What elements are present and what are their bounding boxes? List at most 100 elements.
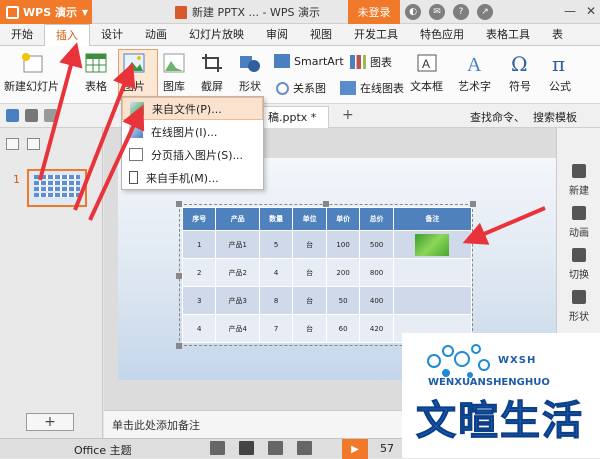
table-cell[interactable]: 4 <box>181 314 217 343</box>
mail-icon[interactable]: ✉ <box>429 4 445 20</box>
new-slide-button[interactable]: 新建幻灯片 <box>4 52 59 94</box>
menu-item-from-phone[interactable]: 来自手机(M)... <box>122 166 263 189</box>
print-icon[interactable] <box>25 109 38 122</box>
tab-view[interactable]: 视图 <box>299 24 343 46</box>
wordart-button[interactable]: A 艺术字 <box>458 52 491 94</box>
search-template-input[interactable]: 搜索模板 <box>533 109 577 125</box>
pane-transition-button[interactable]: 切换 <box>557 248 600 281</box>
menu-item-online-picture[interactable]: 在线图片(I)... <box>122 120 263 143</box>
table-cell[interactable]: 400 <box>359 286 394 315</box>
header-cell[interactable]: 产品 <box>215 207 260 231</box>
tab-design[interactable]: 设计 <box>90 24 134 46</box>
undo-icon[interactable] <box>44 109 57 122</box>
table-frame[interactable]: 序号 产品 数量 单位 单价 总价 备注 1 产品1 5 台 100 500 2… <box>176 201 476 349</box>
screenshot-button[interactable]: 截屏 <box>200 52 224 94</box>
tab-slideshow[interactable]: 幻灯片放映 <box>178 24 255 46</box>
slide-view-icon[interactable] <box>27 138 40 150</box>
table-cell[interactable]: 产品2 <box>215 258 260 287</box>
table-cell[interactable] <box>392 230 473 259</box>
slide-thumbnail[interactable] <box>27 169 87 207</box>
table-cell[interactable] <box>392 286 473 315</box>
table-cell[interactable]: 60 <box>325 314 361 343</box>
menu-item-paged-insert[interactable]: 分页插入图片(S)... <box>122 143 263 166</box>
reading-view-icon[interactable] <box>297 441 312 455</box>
tab-table-tools[interactable]: 表格工具 <box>475 24 541 46</box>
table-cell[interactable]: 台 <box>292 230 327 259</box>
table-cell[interactable]: 8 <box>258 286 294 315</box>
menu-item-label: 来自文件(P)... <box>152 102 222 116</box>
normal-view-icon[interactable] <box>239 441 254 455</box>
table-cell[interactable]: 台 <box>292 258 327 287</box>
table-cell[interactable]: 200 <box>325 258 361 287</box>
outline-view-icon[interactable] <box>6 138 19 150</box>
table-cell[interactable]: 台 <box>292 286 327 315</box>
table-cell[interactable]: 50 <box>325 286 361 315</box>
table-cell[interactable]: 产品1 <box>215 230 260 259</box>
tab-developer[interactable]: 开发工具 <box>343 24 409 46</box>
save-icon[interactable] <box>6 109 19 122</box>
close-icon[interactable]: ✕ <box>586 4 596 18</box>
table-cell[interactable]: 台 <box>292 314 327 343</box>
pane-shape-button[interactable]: 形状 <box>557 290 600 323</box>
skin-icon[interactable]: ◐ <box>405 4 421 20</box>
new-tab-button[interactable]: + <box>342 107 354 123</box>
notes-toggle-icon[interactable] <box>210 441 225 455</box>
resize-handle[interactable] <box>176 201 182 207</box>
relation-button[interactable]: 关系图 <box>276 80 326 96</box>
table-cell[interactable]: 产品4 <box>215 314 260 343</box>
header-cell[interactable]: 总价 <box>359 207 394 231</box>
table-cell[interactable]: 3 <box>181 286 217 315</box>
header-cell[interactable]: 单价 <box>325 207 361 231</box>
tab-insert[interactable]: 插入 <box>44 24 90 47</box>
login-button[interactable]: 未登录 <box>348 0 400 24</box>
table-cell[interactable]: 500 <box>359 230 394 259</box>
table-cell[interactable]: 420 <box>359 314 394 343</box>
shape-button[interactable]: 形状 <box>238 52 262 94</box>
tab-home[interactable]: 开始 <box>0 24 44 46</box>
table-cell[interactable]: 4 <box>258 258 294 287</box>
header-cell[interactable]: 备注 <box>392 207 473 231</box>
help-icon[interactable]: ? <box>453 4 469 20</box>
inserted-picture[interactable] <box>415 233 450 256</box>
textbox-button[interactable]: A 文本框 <box>410 52 443 94</box>
picture-button[interactable]: 图片 <box>122 52 146 94</box>
search-command-input[interactable]: 查找命令、 <box>470 109 525 125</box>
tab-animation[interactable]: 动画 <box>134 24 178 46</box>
table-cell[interactable]: 2 <box>181 258 217 287</box>
resize-handle[interactable] <box>470 201 476 207</box>
table-cell[interactable]: 100 <box>325 230 361 259</box>
formula-button[interactable]: π 公式 <box>548 52 572 94</box>
resize-handle[interactable] <box>176 343 182 349</box>
share-icon[interactable]: ↗ <box>477 4 493 20</box>
pane-new-button[interactable]: 新建 <box>557 164 600 197</box>
tab-review[interactable]: 审阅 <box>255 24 299 46</box>
add-slide-button[interactable]: + <box>26 413 74 431</box>
table-button[interactable]: 表格 <box>84 52 108 94</box>
wps-app-menu-button[interactable]: WPS 演示 ▼ <box>0 0 92 24</box>
gallery-button[interactable]: 图库 <box>162 52 186 94</box>
slideshow-play-button[interactable]: ▶ <box>342 439 368 459</box>
symbol-button[interactable]: Ω 符号 <box>508 52 532 94</box>
chart-button[interactable]: 图表 <box>350 54 392 70</box>
document-tab[interactable]: 稿.pptx * <box>255 106 330 128</box>
smartart-button[interactable]: SmartArt <box>274 54 344 68</box>
data-table[interactable]: 序号 产品 数量 单位 单价 总价 备注 1 产品1 5 台 100 500 2… <box>181 207 473 343</box>
table-cell[interactable]: 800 <box>359 258 394 287</box>
table-cell[interactable] <box>392 258 473 287</box>
table-cell[interactable]: 1 <box>181 230 217 259</box>
table-cell[interactable]: 产品3 <box>215 286 260 315</box>
resize-handle[interactable] <box>176 273 182 279</box>
minimize-icon[interactable]: — <box>564 4 576 18</box>
header-cell[interactable]: 序号 <box>181 207 217 231</box>
pane-animation-button[interactable]: 动画 <box>557 206 600 239</box>
header-cell[interactable]: 单位 <box>292 207 327 231</box>
table-cell[interactable]: 5 <box>258 230 294 259</box>
tab-table-style[interactable]: 表 <box>541 24 574 46</box>
header-cell[interactable]: 数量 <box>258 207 294 231</box>
tab-features[interactable]: 特色应用 <box>409 24 475 46</box>
sorter-view-icon[interactable] <box>268 441 283 455</box>
online-chart-button[interactable]: 在线图表 <box>340 80 404 96</box>
resize-handle[interactable] <box>323 201 329 207</box>
menu-item-from-file[interactable]: 来自文件(P)... <box>122 97 263 120</box>
table-cell[interactable]: 7 <box>258 314 294 343</box>
